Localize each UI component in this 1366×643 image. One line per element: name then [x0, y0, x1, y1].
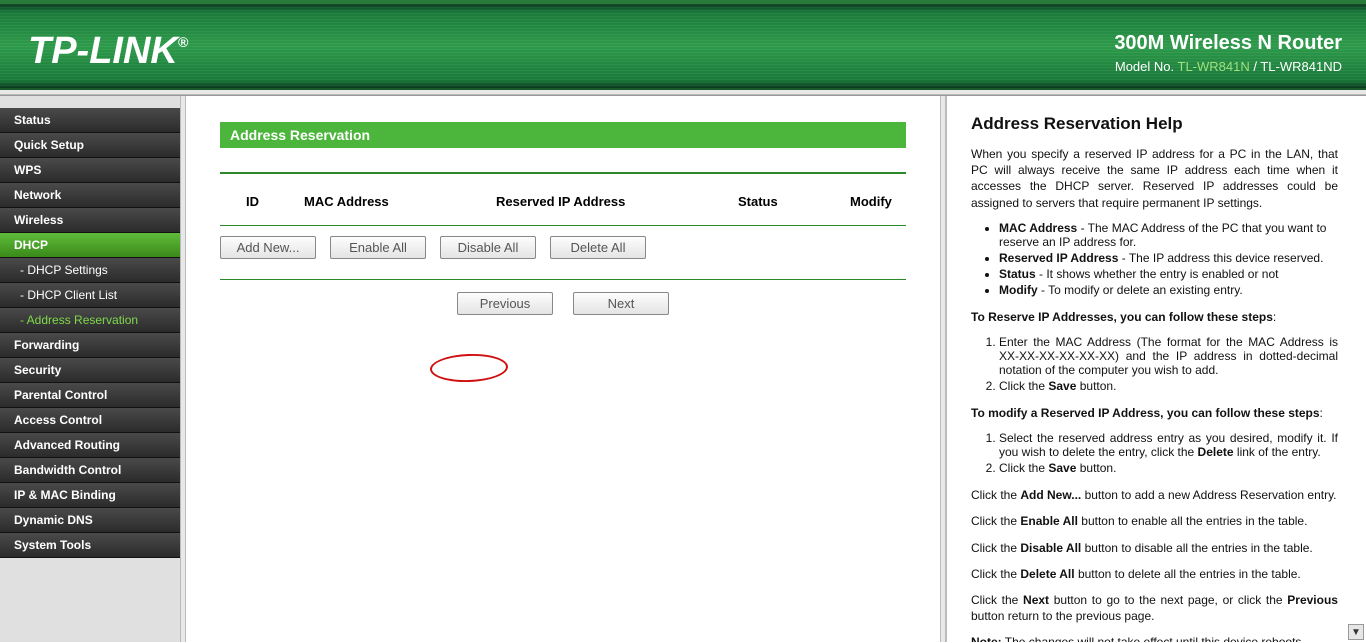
- next-button[interactable]: Next: [573, 292, 669, 315]
- help-note: Note: The changes will not take effect u…: [971, 634, 1338, 642]
- sidebar-item-dhcp-client-list[interactable]: - DHCP Client List: [0, 283, 180, 308]
- help-p-nav: Click the Next button to go to the next …: [971, 592, 1338, 624]
- reservation-table: ID MAC Address Reserved IP Address Statu…: [220, 188, 906, 225]
- sidebar-item-parental-control[interactable]: Parental Control: [0, 383, 180, 408]
- help-p-enable: Click the Enable All button to enable al…: [971, 513, 1338, 529]
- help-steps2: Select the reserved address entry as you…: [999, 431, 1338, 475]
- help-title: Address Reservation Help: [971, 114, 1338, 134]
- header-product-info: 300M Wireless N Router Model No. TL-WR84…: [1114, 32, 1342, 74]
- sidebar-item-security[interactable]: Security: [0, 358, 180, 383]
- sidebar-item-wps[interactable]: WPS: [0, 158, 180, 183]
- sidebar-item-network[interactable]: Network: [0, 183, 180, 208]
- add-new-button[interactable]: Add New...: [220, 236, 316, 259]
- sidebar-item-quick-setup[interactable]: Quick Setup: [0, 133, 180, 158]
- sidebar-item-system-tools[interactable]: System Tools: [0, 533, 180, 558]
- help-steps2-title: To modify a Reserved IP Address, you can…: [971, 405, 1338, 421]
- sidebar-item-dynamic-dns[interactable]: Dynamic DNS: [0, 508, 180, 533]
- sidebar-item-wireless[interactable]: Wireless: [0, 208, 180, 233]
- help-p-add: Click the Add New... button to add a new…: [971, 487, 1338, 503]
- sidebar-item-dhcp[interactable]: DHCP: [0, 233, 180, 258]
- sidebar-nav: StatusQuick SetupWPSNetworkWirelessDHCP-…: [0, 96, 180, 642]
- brand-logo: TP-LINK®: [28, 30, 188, 73]
- help-definitions: MAC Address - The MAC Address of the PC …: [999, 221, 1338, 297]
- sidebar-item-address-reservation[interactable]: - Address Reservation: [0, 308, 180, 333]
- col-id: ID: [222, 190, 292, 223]
- scroll-down-button[interactable]: ▼: [1348, 624, 1364, 640]
- product-title: 300M Wireless N Router: [1114, 32, 1342, 55]
- sidebar-item-access-control[interactable]: Access Control: [0, 408, 180, 433]
- sidebar-item-status[interactable]: Status: [0, 108, 180, 133]
- col-mac: MAC Address: [294, 190, 484, 223]
- help-steps1: Enter the MAC Address (The format for th…: [999, 335, 1338, 393]
- col-status: Status: [728, 190, 838, 223]
- annotation-circle: [430, 353, 509, 384]
- help-intro: When you specify a reserved IP address f…: [971, 146, 1338, 211]
- help-p-delete: Click the Delete All button to delete al…: [971, 566, 1338, 582]
- page-title: Address Reservation: [220, 122, 906, 148]
- header-bar: TP-LINK® 300M Wireless N Router Model No…: [0, 0, 1366, 90]
- delete-all-button[interactable]: Delete All: [550, 236, 646, 259]
- disable-all-button[interactable]: Disable All: [440, 236, 536, 259]
- help-p-disable: Click the Disable All button to disable …: [971, 540, 1338, 556]
- sidebar-item-bandwidth-control[interactable]: Bandwidth Control: [0, 458, 180, 483]
- sidebar-item-dhcp-settings[interactable]: - DHCP Settings: [0, 258, 180, 283]
- col-modify: Modify: [840, 190, 904, 223]
- sidebar-item-advanced-routing[interactable]: Advanced Routing: [0, 433, 180, 458]
- model-number: Model No. TL-WR841N / TL-WR841ND: [1114, 59, 1342, 74]
- help-panel: Address Reservation Help When you specif…: [946, 96, 1366, 642]
- previous-button[interactable]: Previous: [457, 292, 553, 315]
- enable-all-button[interactable]: Enable All: [330, 236, 426, 259]
- main-content: Address Reservation ID MAC Address Reser…: [186, 96, 940, 642]
- sidebar-item-forwarding[interactable]: Forwarding: [0, 333, 180, 358]
- help-steps1-title: To Reserve IP Addresses, you can follow …: [971, 309, 1338, 325]
- sidebar-item-ip-mac-binding[interactable]: IP & MAC Binding: [0, 483, 180, 508]
- col-ip: Reserved IP Address: [486, 190, 726, 223]
